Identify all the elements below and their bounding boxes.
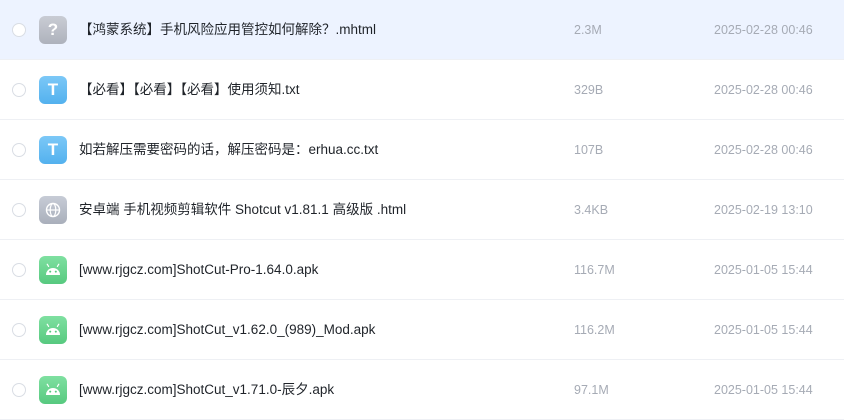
file-name[interactable]: 【必看】【必看】【必看】使用须知.txt	[79, 60, 300, 120]
file-row[interactable]: ? 【鸿蒙系统】手机风险应用管控如何解除？.mhtml 2.3M 2025-02…	[0, 0, 844, 60]
file-date: 2025-02-28 00:46	[714, 23, 813, 37]
file-row[interactable]: T 如若解压需要密码的话，解压密码是：erhua.cc.txt 107B 202…	[0, 120, 844, 180]
android-apk-icon	[39, 376, 67, 404]
file-name[interactable]: [www.rjgcz.com]ShotCut-Pro-1.64.0.apk	[79, 240, 318, 300]
android-apk-icon	[39, 256, 67, 284]
row-checkbox[interactable]	[12, 383, 26, 397]
row-checkbox[interactable]	[12, 323, 26, 337]
unknown-file-icon: ?	[39, 16, 67, 44]
file-name[interactable]: [www.rjgcz.com]ShotCut_v1.62.0_(989)_Mod…	[79, 300, 375, 360]
text-file-icon: T	[39, 136, 67, 164]
file-date: 2025-02-19 13:10	[714, 203, 813, 217]
file-size: 107B	[574, 143, 604, 157]
file-list: ? 【鸿蒙系统】手机风险应用管控如何解除？.mhtml 2.3M 2025-02…	[0, 0, 844, 420]
file-size: 329B	[574, 83, 604, 97]
row-checkbox[interactable]	[12, 23, 26, 37]
file-name[interactable]: [www.rjgcz.com]ShotCut_v1.71.0-辰夕.apk	[79, 360, 334, 420]
web-file-icon	[39, 196, 67, 224]
file-row[interactable]: [www.rjgcz.com]ShotCut_v1.62.0_(989)_Mod…	[0, 300, 844, 360]
file-date: 2025-02-28 00:46	[714, 83, 813, 97]
android-apk-icon	[39, 316, 67, 344]
row-checkbox[interactable]	[12, 203, 26, 217]
row-checkbox[interactable]	[12, 263, 26, 277]
row-checkbox[interactable]	[12, 143, 26, 157]
file-date: 2025-02-28 00:46	[714, 143, 813, 157]
file-row[interactable]: [www.rjgcz.com]ShotCut-Pro-1.64.0.apk 11…	[0, 240, 844, 300]
file-name[interactable]: 安卓端 手机视频剪辑软件 Shotcut v1.81.1 高级版 .html	[79, 180, 406, 240]
file-date: 2025-01-05 15:44	[714, 383, 813, 397]
file-name[interactable]: 【鸿蒙系统】手机风险应用管控如何解除？.mhtml	[79, 0, 376, 60]
file-size: 3.4KB	[574, 203, 609, 217]
row-checkbox[interactable]	[12, 83, 26, 97]
file-date: 2025-01-05 15:44	[714, 323, 813, 337]
file-row[interactable]: 安卓端 手机视频剪辑软件 Shotcut v1.81.1 高级版 .html 3…	[0, 180, 844, 240]
file-name[interactable]: 如若解压需要密码的话，解压密码是：erhua.cc.txt	[79, 120, 378, 180]
file-size: 116.7M	[574, 263, 615, 277]
file-size: 97.1M	[574, 383, 609, 397]
text-file-icon: T	[39, 76, 67, 104]
file-row[interactable]: T 【必看】【必看】【必看】使用须知.txt 329B 2025-02-28 0…	[0, 60, 844, 120]
file-row[interactable]: [www.rjgcz.com]ShotCut_v1.71.0-辰夕.apk 97…	[0, 360, 844, 420]
file-date: 2025-01-05 15:44	[714, 263, 813, 277]
file-size: 116.2M	[574, 323, 615, 337]
file-size: 2.3M	[574, 23, 602, 37]
